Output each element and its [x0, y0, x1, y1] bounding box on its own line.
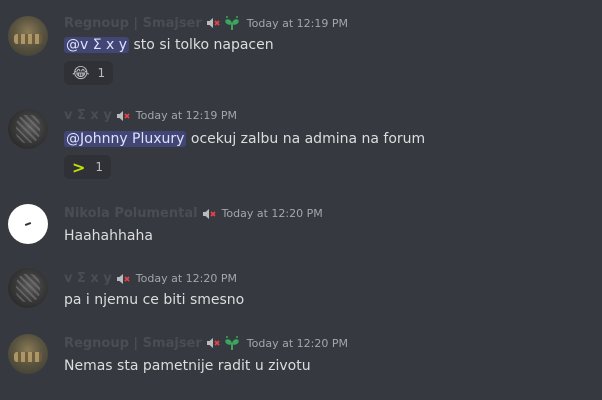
joy-emoji-icon: 😂 [72, 63, 90, 82]
message-content: Haahahhaha [64, 228, 153, 244]
avatar[interactable] [8, 204, 48, 244]
timestamp: Today at 12:20 PM [135, 272, 237, 285]
user-mention[interactable]: @v Σ x y [64, 37, 130, 53]
reaction-count: 1 [97, 66, 106, 80]
message-text: Nemas sta pametnije radit u zivotu [64, 358, 311, 374]
message-text: Haahahhaha [64, 228, 153, 244]
message-content: @v Σ x y sto si tolko napacen [64, 37, 274, 53]
message-text: ocekuj zalbu na admina na forum [190, 131, 426, 147]
message-header: Nikola Polumental Today at 12:20 PM [64, 206, 323, 221]
timestamp: Today at 12:20 PM [246, 336, 348, 350]
username[interactable]: v Σ x y [64, 108, 112, 123]
message-header: Regnoup | Smajser Today at 12:20 PM [64, 335, 348, 351]
user-mention[interactable]: @Johnny Pluxury [64, 131, 187, 147]
message-header: v Σ x y Today at 12:20 PM [64, 271, 237, 286]
muted-speaker-icon [202, 208, 216, 220]
message-content: Nemas sta pametnije radit u zivotu [64, 358, 311, 374]
timestamp: Today at 12:20 PM [221, 207, 323, 220]
message-header: Regnoup | Smajser Today at 12:19 PM [64, 15, 348, 31]
chevron-emoji-icon: > [72, 157, 86, 177]
timestamp: Today at 12:19 PM [135, 109, 237, 122]
muted-speaker-icon [116, 273, 130, 285]
timestamp: Today at 12:19 PM [246, 16, 348, 30]
avatar[interactable] [8, 334, 48, 374]
avatar[interactable] [8, 268, 48, 308]
username[interactable]: Nikola Polumental [64, 206, 198, 221]
message-header: v Σ x y Today at 12:19 PM [64, 108, 237, 123]
message-content: @Johnny Pluxury ocekuj zalbu na admina n… [64, 131, 425, 147]
username[interactable]: Regnoup | Smajser [64, 336, 202, 351]
message-text: pa i njemu ce biti smesno [64, 292, 245, 308]
message-content: pa i njemu ce biti smesno [64, 292, 244, 308]
username[interactable]: Regnoup | Smajser [64, 16, 202, 31]
muted-speaker-icon [206, 337, 220, 349]
reaction-button[interactable]: > 1 [64, 155, 112, 179]
reaction-count: 1 [95, 160, 104, 174]
message-text: sto si tolko napacen [133, 37, 274, 53]
username[interactable]: v Σ x y [64, 271, 112, 286]
avatar[interactable] [8, 16, 48, 56]
leaf-icon [223, 15, 241, 31]
avatar[interactable] [8, 109, 48, 149]
leaf-icon [223, 335, 241, 351]
reaction-button[interactable]: 😂 1 [64, 61, 114, 85]
muted-speaker-icon [206, 17, 220, 29]
muted-speaker-icon [116, 110, 130, 122]
